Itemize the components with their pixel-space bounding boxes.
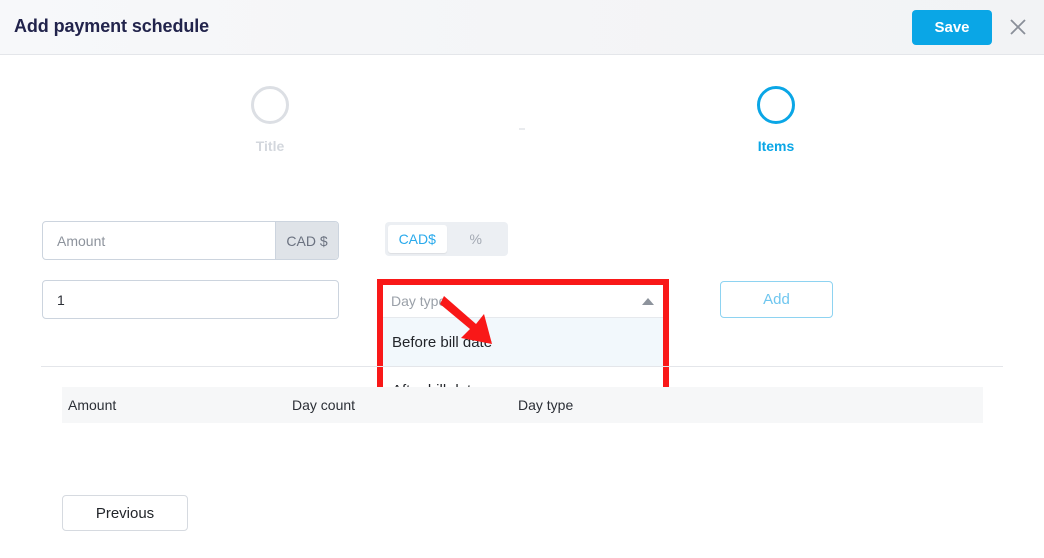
unit-toggle-percent[interactable]: %	[447, 225, 506, 253]
previous-button[interactable]: Previous	[62, 495, 188, 531]
chevron-up-icon[interactable]	[642, 297, 654, 305]
modal-header: Add payment schedule Save	[0, 0, 1044, 55]
close-icon[interactable]	[1006, 15, 1030, 39]
column-header-amount: Amount	[68, 397, 117, 413]
items-table-header: Amount Day count Day type	[62, 387, 983, 423]
save-button[interactable]: Save	[912, 10, 992, 45]
step-circle-icon	[251, 86, 289, 124]
stepper-connector	[519, 128, 525, 130]
unit-toggle: CAD$ %	[385, 222, 508, 256]
section-divider	[41, 366, 1003, 367]
day-type-placeholder: Day type	[391, 293, 447, 309]
column-header-day-count: Day count	[292, 397, 356, 413]
stepper-step-items[interactable]: Items	[716, 86, 836, 154]
amount-input[interactable]	[43, 222, 275, 259]
day-count-input[interactable]	[42, 280, 339, 319]
add-button[interactable]: Add	[720, 281, 833, 318]
amount-currency-addon: CAD $	[275, 222, 338, 259]
day-type-option-before-bill-date[interactable]: Before bill date	[383, 318, 664, 366]
stepper: Title Items	[0, 86, 1044, 176]
stepper-step-title[interactable]: Title	[210, 86, 330, 154]
page-title: Add payment schedule	[14, 16, 210, 36]
stepper-step-items-label: Items	[757, 138, 795, 154]
amount-field-group: CAD $	[42, 221, 339, 260]
day-type-select-control[interactable]: Day type	[383, 285, 664, 318]
unit-toggle-cad[interactable]: CAD$	[388, 225, 447, 253]
column-header-day-type: Day type	[518, 397, 574, 413]
step-circle-icon	[757, 86, 795, 124]
stepper-step-title-label: Title	[255, 138, 285, 154]
